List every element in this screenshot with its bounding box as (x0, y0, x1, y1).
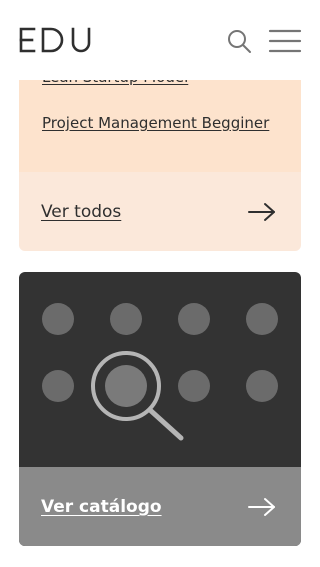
course-link-project-management[interactable]: Project Management Begginer (42, 114, 269, 132)
top-header (0, 0, 319, 80)
see-catalog-button[interactable]: Ver catálogo (19, 467, 301, 546)
hamburger-menu-icon[interactable] (268, 28, 302, 54)
edu-logo[interactable] (19, 27, 91, 53)
catalog-card: Ver catálogo (19, 272, 301, 546)
arrow-right-icon (248, 203, 275, 221)
search-icon[interactable] (226, 28, 252, 54)
arrow-right-icon (248, 498, 275, 516)
see-catalog-label: Ver catálogo (41, 497, 162, 517)
search-catalog-illustration (42, 303, 278, 441)
see-all-courses-button[interactable]: Ver todos (19, 172, 301, 251)
see-all-label: Ver todos (41, 202, 122, 222)
